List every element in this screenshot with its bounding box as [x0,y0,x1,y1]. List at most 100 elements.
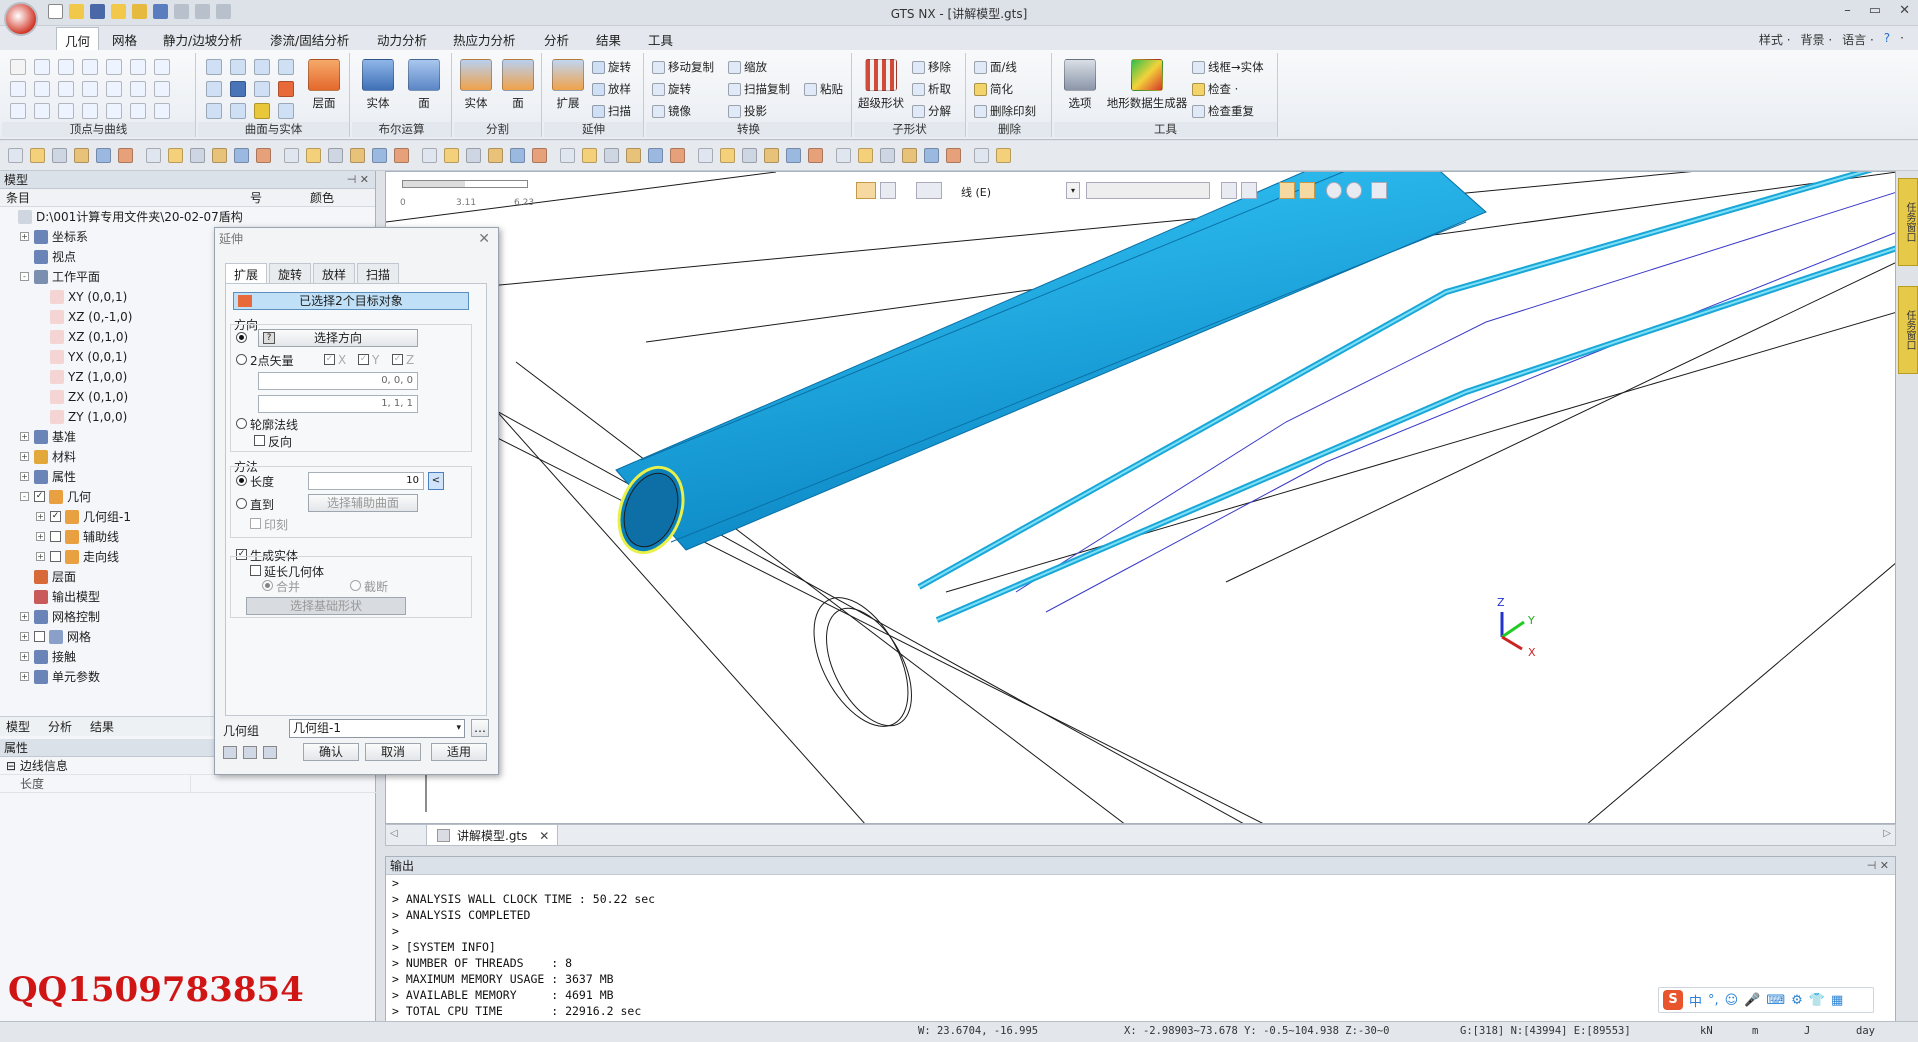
apply-button[interactable]: 适用 [431,743,487,761]
bottom-tab-analysis[interactable]: 分析 [48,717,72,736]
select3-icon[interactable] [118,148,133,163]
length-input[interactable]: 10 [308,472,424,490]
render-icon[interactable] [902,148,917,163]
tree-item-checkbox[interactable]: ✓ [34,491,45,502]
select-aux-surface-button[interactable]: 选择辅助曲面 [308,494,418,512]
tree-item-checkbox[interactable]: ✓ [50,511,61,522]
sweep-button[interactable]: 扫描 [592,103,631,119]
revolve-button[interactable]: 旋转 [592,59,631,75]
app-logo[interactable] [4,2,38,36]
help-icon[interactable] [422,148,437,163]
highlight-icon[interactable] [1279,182,1295,199]
project-button[interactable]: 投影 [728,103,767,119]
file-tab-close-icon[interactable]: ✕ [539,829,549,843]
tab-static-slope[interactable]: 静力/边坡分析 [155,29,250,50]
decompose-button[interactable]: 分解 [912,103,951,119]
column-number[interactable]: 号 [250,189,310,206]
axis-z-checkbox[interactable]: ✓ [392,354,403,365]
polygon-icon[interactable] [82,59,98,75]
extract-button[interactable]: 析取 [912,81,951,97]
intersect-icon[interactable] [130,59,146,75]
simplify-button[interactable]: 简化 [974,81,1013,97]
zoom-in-icon[interactable] [510,148,525,163]
zoom-window-icon[interactable] [560,148,575,163]
bottom-view-icon[interactable] [858,148,873,163]
boolean-solid-button[interactable]: 实体 [356,59,400,111]
arc3p-icon[interactable] [10,103,26,119]
check-button[interactable]: 检查 · [1192,81,1238,97]
trim-icon[interactable] [154,59,170,75]
tangent-icon[interactable] [106,103,122,119]
split-solid-button[interactable]: 实体 [454,59,498,111]
box-solid-icon[interactable] [206,59,222,75]
dialog-option-icon-2[interactable] [243,746,257,759]
expand-icon[interactable]: + [36,552,45,561]
plane-view-icon[interactable] [720,148,735,163]
bottom-tab-results[interactable]: 结果 [90,717,114,736]
wire-to-solid-button[interactable]: 线框→实体 [1192,59,1264,75]
dialog-tab-revolve[interactable]: 旋转 [269,263,312,285]
layer-button[interactable]: 层面 [302,59,346,111]
freeform-icon[interactable] [58,103,74,119]
image-icon[interactable] [466,148,481,163]
cancel-button[interactable]: 取消 [365,743,421,761]
cut-radio[interactable] [350,580,361,591]
dialog-tab-loft[interactable]: 放样 [313,263,356,285]
until-radio[interactable] [236,498,247,509]
snap-face-icon[interactable] [256,148,271,163]
ime-logo-icon[interactable]: S [1663,990,1683,1010]
dialog-tab-sweep[interactable]: 扫描 [357,263,400,285]
tab-seepage[interactable]: 渗流/固结分析 [262,29,357,50]
dynamic-pan-icon[interactable] [1346,182,1362,199]
vector-start-input[interactable]: 0, 0, 0 [258,372,418,390]
zoom-icon[interactable] [582,148,597,163]
tab-dynamic[interactable]: 动力分析 [369,29,435,50]
expand-icon[interactable]: + [20,612,29,621]
minimize-button[interactable]: – [1844,3,1851,18]
property-row[interactable]: 长度 [0,775,376,793]
node2-icon[interactable] [394,148,409,163]
dynamic-rotate-icon[interactable] [1326,182,1342,199]
tree-item-checkbox[interactable] [50,531,61,542]
book-icon[interactable] [306,148,321,163]
expand-icon[interactable]: + [36,512,45,521]
extend-curve-icon[interactable] [130,81,146,97]
remove-button[interactable]: 移除 [912,59,951,75]
tab-scroll-left-icon[interactable]: ◁ [390,828,398,839]
loft-button[interactable]: 放样 [592,81,631,97]
snap-point-icon[interactable] [190,148,205,163]
pipe-icon[interactable] [230,103,246,119]
shell-icon[interactable] [254,103,270,119]
measure-icon[interactable] [1371,182,1387,199]
snap-mode-icon[interactable] [856,182,876,199]
connect-icon[interactable] [130,103,146,119]
ime-keyboard-icon[interactable]: ⌨ [1766,993,1785,1008]
back-view-icon[interactable] [764,148,779,163]
geometry-group-select[interactable]: 几何组-1 ▾ [289,719,465,738]
expand-icon[interactable]: + [20,232,29,241]
contour-normal-radio[interactable] [236,418,247,429]
lock2-icon[interactable] [52,148,67,163]
delete-imprint-button[interactable]: 删除印刻 [974,103,1036,119]
offset-icon[interactable] [154,81,170,97]
options-button[interactable]: 选项 [1058,59,1102,111]
split-face-button[interactable]: 面 [496,59,540,111]
merge-radio[interactable] [262,580,273,591]
vector-end-input[interactable]: 1, 1, 1 [258,395,418,413]
ruled-surface-icon[interactable] [278,59,294,75]
expand-icon[interactable]: + [20,672,29,681]
tab-geometry[interactable]: 几何 [56,27,100,50]
right-view-icon[interactable] [808,148,823,163]
thicken-icon[interactable] [278,103,294,119]
rectangle-icon[interactable] [34,103,50,119]
display-icon[interactable] [284,148,299,163]
model-canvas[interactable]: Z Y X [386,172,1896,824]
arc-icon[interactable] [58,59,74,75]
pan-icon[interactable] [648,148,663,163]
expand-icon[interactable]: + [20,452,29,461]
tab-results[interactable]: 结果 [588,29,629,50]
expand-icon[interactable]: + [20,432,29,441]
task-window-tab-1[interactable]: 任务窗口 [1898,178,1918,266]
sphere-icon[interactable] [230,81,246,97]
grid-view-icon[interactable] [670,148,685,163]
